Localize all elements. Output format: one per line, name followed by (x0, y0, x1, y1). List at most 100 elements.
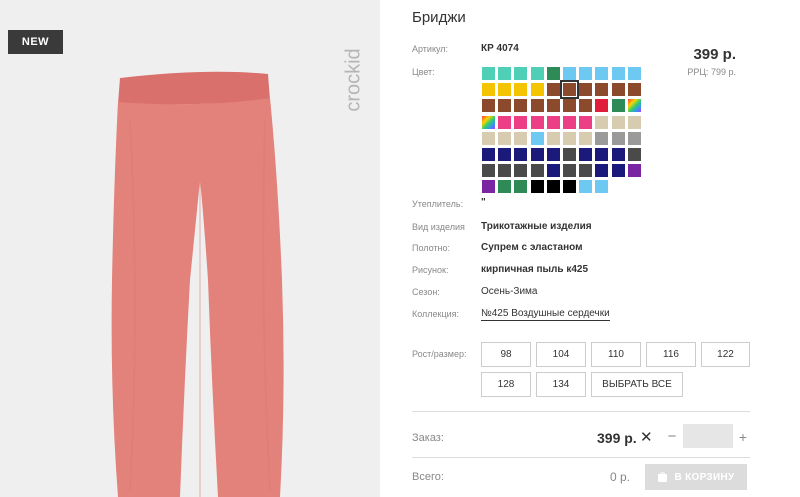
collection-label: Коллекция: (412, 309, 460, 319)
color-swatch[interactable] (498, 83, 512, 97)
color-swatch[interactable] (611, 83, 625, 97)
color-swatch[interactable] (611, 148, 625, 161)
collection-link-wrap: №425 Воздушные сердечки (481, 308, 610, 321)
color-swatch[interactable] (560, 80, 579, 100)
color-swatch[interactable] (530, 115, 544, 129)
color-swatch[interactable] (514, 131, 528, 145)
color-swatch[interactable] (498, 131, 512, 145)
color-swatch[interactable] (627, 83, 641, 97)
color-swatch[interactable] (530, 99, 544, 113)
color-swatch[interactable] (611, 99, 625, 113)
color-swatch[interactable] (546, 83, 560, 97)
color-swatch[interactable] (498, 164, 512, 178)
color-swatch[interactable] (530, 83, 544, 97)
color-swatch[interactable] (546, 67, 560, 80)
color-swatch[interactable] (627, 99, 641, 113)
color-swatch[interactable] (514, 164, 528, 178)
color-swatch[interactable] (579, 115, 593, 129)
color-swatch[interactable] (498, 67, 512, 80)
color-swatch[interactable] (595, 83, 609, 97)
color-swatch[interactable] (498, 115, 512, 129)
color-swatch[interactable] (595, 180, 609, 194)
size-button-128[interactable]: 128 (481, 372, 531, 397)
color-swatch[interactable] (627, 67, 641, 80)
color-swatch[interactable] (498, 180, 512, 194)
quantity-input[interactable] (683, 424, 733, 448)
color-swatch[interactable] (579, 131, 593, 145)
close-icon[interactable]: ✕ (640, 428, 653, 446)
color-swatch[interactable] (563, 180, 576, 194)
color-swatch[interactable] (563, 164, 576, 178)
color-swatch[interactable] (627, 148, 641, 161)
decrease-quantity-button[interactable]: − (664, 427, 680, 447)
color-swatch[interactable] (563, 115, 576, 129)
color-swatch[interactable] (546, 164, 560, 178)
color-swatch[interactable] (563, 131, 576, 145)
color-swatch[interactable] (579, 99, 593, 113)
color-swatch[interactable] (530, 148, 544, 161)
color-swatch[interactable] (498, 148, 512, 161)
color-swatch[interactable] (546, 115, 560, 129)
size-button-116[interactable]: 116 (646, 342, 696, 367)
color-swatch[interactable] (530, 131, 544, 145)
color-swatch[interactable] (611, 115, 625, 129)
size-button-104[interactable]: 104 (536, 342, 586, 367)
increase-quantity-button[interactable]: + (736, 427, 750, 447)
color-swatch[interactable] (546, 131, 560, 145)
size-button-110[interactable]: 110 (591, 342, 641, 367)
season-label: Сезон: (412, 287, 440, 297)
size-button-98[interactable]: 98 (481, 342, 531, 367)
color-swatch[interactable] (514, 99, 528, 113)
color-swatch[interactable] (546, 180, 560, 194)
color-swatch[interactable] (595, 99, 609, 113)
color-swatch[interactable] (482, 99, 495, 113)
size-button-122[interactable]: 122 (701, 342, 750, 367)
color-swatch[interactable] (514, 67, 528, 80)
color-swatch[interactable] (595, 115, 609, 129)
color-swatch[interactable] (611, 67, 625, 80)
color-swatch[interactable] (482, 164, 495, 178)
color-swatch[interactable] (611, 164, 625, 178)
color-swatch[interactable] (563, 148, 576, 161)
select-all-sizes-button[interactable]: ВЫБРАТЬ ВСЕ (591, 372, 683, 397)
color-swatch[interactable] (514, 83, 528, 97)
color-swatch[interactable] (579, 164, 593, 178)
product-title: Бриджи (412, 9, 466, 26)
collection-link[interactable]: №425 Воздушные сердечки (481, 308, 610, 321)
color-swatch[interactable] (627, 131, 641, 145)
article-label: Артикул: (412, 44, 449, 54)
insulation-value: " (481, 197, 486, 208)
color-swatch[interactable] (530, 164, 544, 178)
color-swatch[interactable] (530, 67, 544, 80)
color-swatch[interactable] (579, 180, 593, 194)
color-swatch[interactable] (563, 99, 576, 113)
color-swatch[interactable] (627, 115, 641, 129)
color-swatch[interactable] (595, 131, 609, 145)
color-swatch[interactable] (514, 180, 528, 194)
color-swatch[interactable] (530, 180, 544, 194)
color-swatch[interactable] (514, 115, 528, 129)
color-swatch[interactable] (546, 148, 560, 161)
size-button-134[interactable]: 134 (536, 372, 586, 397)
color-swatch[interactable] (482, 67, 495, 80)
color-swatch[interactable] (482, 148, 495, 161)
color-swatch[interactable] (482, 83, 495, 97)
color-swatch[interactable] (579, 83, 593, 97)
color-swatch[interactable] (627, 164, 641, 178)
new-badge: NEW (8, 30, 63, 54)
color-swatch[interactable] (579, 148, 593, 161)
color-swatch[interactable] (546, 99, 560, 113)
color-swatch[interactable] (482, 115, 495, 129)
color-swatch[interactable] (563, 67, 576, 80)
color-swatch[interactable] (579, 67, 593, 80)
color-swatch[interactable] (595, 67, 609, 80)
color-swatch[interactable] (482, 180, 495, 194)
color-swatch[interactable] (595, 164, 609, 178)
add-to-cart-button[interactable]: В КОРЗИНУ (645, 464, 747, 490)
color-label: Цвет: (412, 67, 435, 77)
color-swatch[interactable] (498, 99, 512, 113)
color-swatch[interactable] (482, 131, 495, 145)
color-swatch[interactable] (611, 131, 625, 145)
color-swatch[interactable] (595, 148, 609, 161)
color-swatch[interactable] (514, 148, 528, 161)
